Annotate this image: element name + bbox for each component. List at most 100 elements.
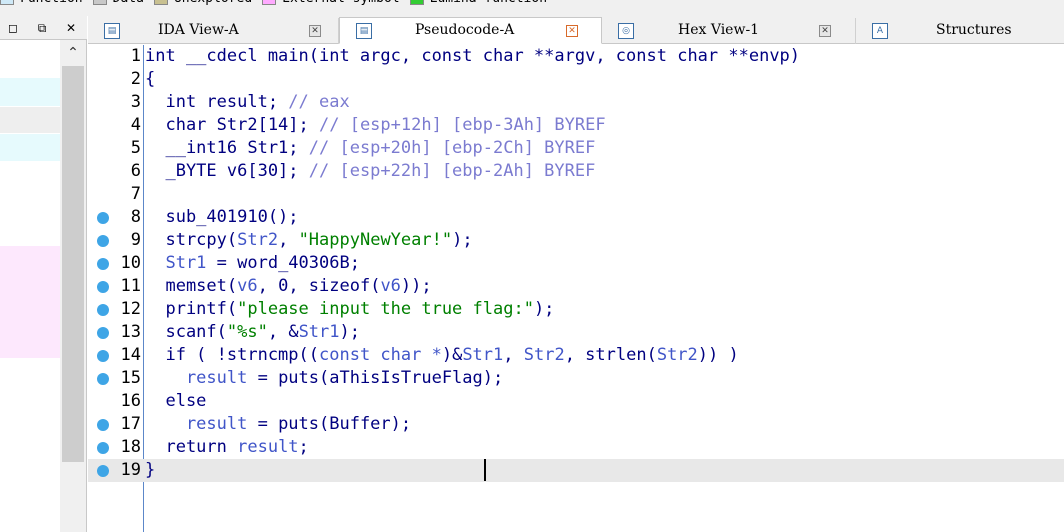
code-line[interactable]: 15 result = puts(aThisIsTrueFlag); — [88, 367, 1064, 390]
line-number: 19 — [120, 460, 141, 480]
code-token: v6 — [380, 276, 401, 296]
legend-swatch — [262, 0, 277, 5]
tab-pseudocode[interactable]: ▤ Pseudocode-A ✕ — [339, 17, 602, 44]
code-token: memset( — [145, 276, 238, 296]
scroll-up-icon[interactable]: ⌃ — [60, 40, 86, 66]
line-number: 1 — [130, 46, 141, 66]
code-token: _BYTE v6[30]; — [145, 161, 309, 181]
code-token: // eax — [288, 92, 350, 112]
scrollbar-thumb[interactable] — [62, 66, 84, 462]
pseudocode-icon: ▤ — [356, 22, 372, 39]
code-line[interactable]: 14 if ( !strncmp((const char *)&Str1, St… — [88, 344, 1064, 367]
code-token: )) ) — [697, 345, 739, 365]
code-text: __int16 Str1; // [esp+20h] [ebp-2Ch] BYR… — [145, 137, 595, 160]
line-number: 5 — [130, 138, 141, 158]
code-token: , & — [267, 322, 299, 342]
list-item[interactable] — [0, 246, 60, 358]
code-text: int __cdecl main(int argc, const char **… — [145, 45, 800, 68]
code-text: int result; // eax — [145, 91, 350, 114]
list-item[interactable] — [0, 134, 60, 161]
code-line[interactable]: 4 char Str2[14]; // [esp+12h] [ebp-3Ah] … — [88, 114, 1064, 137]
code-line[interactable]: 6 _BYTE v6[30]; // [esp+22h] [ebp-2Ah] B… — [88, 160, 1064, 183]
code-token: , strlen( — [564, 345, 657, 365]
line-number: 12 — [120, 299, 141, 319]
code-text: } — [145, 459, 155, 482]
code-token: scanf( — [145, 322, 227, 342]
tab-label: Structures — [936, 22, 1012, 38]
code-token: char Str2[14]; — [145, 115, 319, 135]
code-line[interactable]: 5 __int16 Str1; // [esp+20h] [ebp-2Ch] B… — [88, 137, 1064, 160]
line-number: 13 — [120, 322, 141, 342]
legend-swatch — [153, 0, 168, 5]
code-token: Str2 — [656, 345, 698, 365]
code-token: = puts(aThisIsTrueFlag); — [247, 368, 504, 388]
line-number: 3 — [130, 92, 141, 112]
code-token: // [esp+12h] [ebp-3Ah] BYREF — [319, 115, 606, 135]
list-item[interactable] — [0, 107, 60, 133]
code-token: ; — [298, 437, 309, 457]
code-token: ); — [452, 230, 473, 250]
code-token: // [esp+20h] [ebp-2Ch] BYREF — [308, 138, 596, 158]
code-line[interactable]: 19} — [88, 459, 1064, 482]
code-line[interactable]: 8 sub_401910(); — [88, 206, 1064, 229]
functions-panel: ◻ ⧉ ✕ ⌃ — [0, 16, 87, 532]
function-list[interactable] — [0, 40, 60, 532]
code-line[interactable]: 17 result = puts(Buffer); — [88, 413, 1064, 436]
legend-label: Data — [113, 0, 144, 6]
code-token: sub_401910(); — [145, 207, 299, 227]
restore-icon[interactable]: ◻ — [4, 19, 22, 37]
code-line[interactable]: 1 int __cdecl main(int argc, const char *… — [88, 45, 1064, 68]
tab-label: IDA View-A — [158, 22, 239, 38]
code-token: v6 — [237, 276, 258, 296]
code-line[interactable]: 7 — [88, 183, 1064, 206]
tab-hex-view[interactable]: ◎ Hex View-1 ✕ — [602, 18, 856, 44]
code-text: _BYTE v6[30]; // [esp+22h] [ebp-2Ah] BYR… — [145, 160, 595, 183]
list-item[interactable] — [0, 78, 60, 106]
pseudocode-view[interactable]: 1 int __cdecl main(int argc, const char *… — [88, 45, 1064, 532]
close-icon[interactable]: ✕ — [62, 19, 80, 37]
vertical-scrollbar[interactable]: ⌃ — [60, 40, 86, 532]
code-token: printf( — [145, 299, 238, 319]
code-text: strcpy(Str2, "HappyNewYear!"); — [145, 229, 473, 252]
close-icon[interactable]: ✕ — [309, 25, 321, 37]
code-line[interactable]: 10 Str1 = word_40306B; — [88, 252, 1064, 275]
code-text: result = puts(aThisIsTrueFlag); — [145, 367, 503, 390]
code-line[interactable]: 12 printf("please input the true flag:")… — [88, 298, 1064, 321]
tab-ida-view[interactable]: ▤ IDA View-A ✕ — [88, 18, 339, 44]
line-number: 17 — [120, 414, 141, 434]
tab-structures[interactable]: A Structures — [856, 18, 1064, 44]
float-icon[interactable]: ⧉ — [33, 19, 51, 37]
code-token: , 0, sizeof( — [257, 276, 381, 296]
code-line[interactable]: 3 int result; // eax — [88, 91, 1064, 114]
line-number: 7 — [130, 184, 141, 204]
legend-item: Function — [0, 0, 83, 6]
code-token: __int16 Str1; — [145, 138, 309, 158]
legend-label: Lumina function — [430, 0, 547, 6]
close-icon[interactable]: ✕ — [566, 25, 578, 37]
code-text: printf("please input the true flag:"); — [145, 298, 554, 321]
code-line[interactable]: 16 else — [88, 390, 1064, 413]
code-token: = puts(Buffer); — [247, 414, 412, 434]
line-number: 2 — [130, 69, 141, 89]
line-number: 11 — [120, 276, 141, 296]
code-text: { — [145, 68, 155, 91]
legend-swatch — [409, 0, 424, 5]
code-token: , — [278, 230, 299, 250]
legend-swatch — [92, 0, 107, 5]
code-token: Str2 — [237, 230, 279, 250]
close-icon[interactable]: ✕ — [819, 25, 831, 37]
code-line[interactable]: 2{ — [88, 68, 1064, 91]
code-line[interactable]: 18 return result; — [88, 436, 1064, 459]
code-token: "please input the true flag:" — [237, 299, 534, 319]
code-token: ); — [533, 299, 555, 319]
line-number: 6 — [130, 161, 141, 181]
legend-strip: Function Data Unexplored External symbol Lum… — [0, 0, 1064, 16]
legend-item: External symbol — [262, 0, 400, 6]
code-text: Str1 = word_40306B; — [145, 252, 359, 275]
legend-item: Lumina function — [409, 0, 547, 6]
code-token: )& — [441, 345, 463, 365]
code-line[interactable]: 13 scanf("%s", &Str1); — [88, 321, 1064, 344]
code-line[interactable]: 9 strcpy(Str2, "HappyNewYear!"); — [88, 229, 1064, 252]
code-line[interactable]: 11 memset(v6, 0, sizeof(v6)); — [88, 275, 1064, 298]
code-token: { — [145, 69, 156, 89]
